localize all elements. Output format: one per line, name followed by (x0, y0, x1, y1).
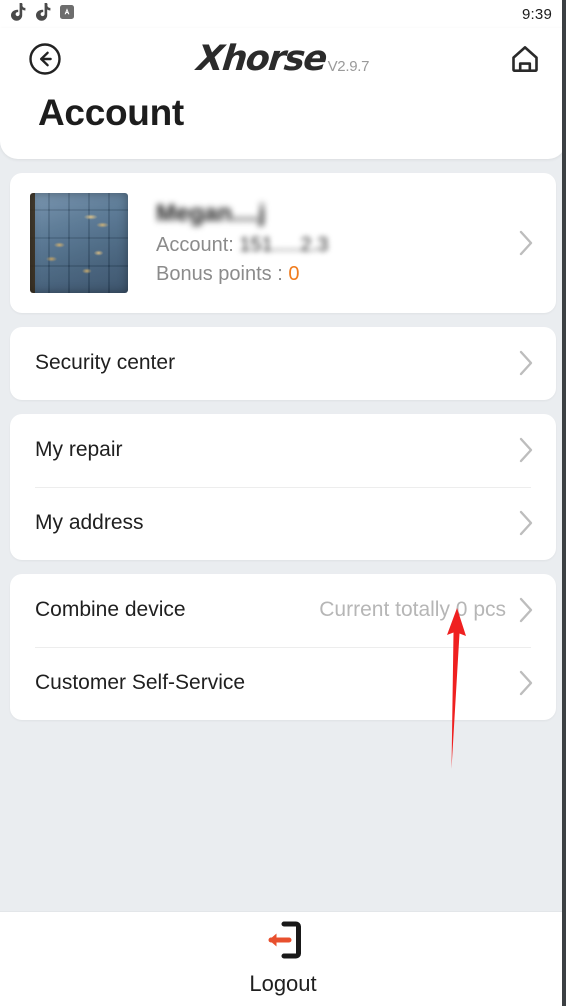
profile-card: Megan....j Account: 151.....2.3 Bonus po… (10, 172, 556, 313)
status-bar: 9:39 (0, 0, 566, 28)
user-avatar-photo (30, 192, 128, 293)
screen-edge-strip (562, 0, 566, 1006)
brand-logo: Xhorse V2.9.7 (0, 38, 566, 79)
back-arrow-circle-icon[interactable] (28, 42, 62, 76)
menu-row-customer-self-service[interactable]: Customer Self-Service (10, 646, 556, 720)
menu-row-security-center[interactable]: Security center (10, 327, 556, 400)
profile-text-block: Megan....j Account: 151.....2.3 Bonus po… (128, 200, 328, 286)
home-icon[interactable] (508, 42, 542, 76)
music-note-icon (35, 2, 51, 26)
menu-row-my-repair[interactable]: My repair (10, 414, 556, 487)
brand-name: Xhorse (194, 38, 328, 79)
chevron-right-icon[interactable] (518, 436, 534, 464)
combine-device-count: Current totally 0 pcs (319, 598, 506, 622)
menu-row-my-address[interactable]: My address (10, 486, 556, 560)
menu-row-label: My repair (35, 438, 123, 462)
chevron-right-icon[interactable] (518, 669, 534, 697)
logout-icon (261, 921, 305, 964)
profile-account: Account: 151.....2.3 (156, 234, 328, 257)
menu-group-personal: My repair My address (10, 413, 556, 560)
navigation-bar: Xhorse V2.9.7 (0, 28, 566, 90)
chevron-right-icon[interactable] (518, 229, 534, 257)
music-note-icon (10, 2, 26, 26)
chevron-right-icon[interactable] (518, 509, 534, 537)
profile-account-label: Account: (156, 233, 234, 256)
profile-account-value: 151.....2.3 (239, 233, 329, 256)
menu-row-label: Combine device (35, 598, 186, 622)
menu-row-label: My address (35, 511, 144, 535)
menu-row-combine-device[interactable]: Combine device Current totally 0 pcs (10, 574, 556, 647)
app-version: V2.9.7 (327, 57, 370, 75)
menu-row-label: Security center (35, 351, 176, 375)
chevron-right-icon[interactable] (518, 349, 534, 377)
status-bar-icons (10, 2, 74, 26)
profile-bonus: Bonus points : 0 (156, 263, 328, 286)
app-badge-icon (60, 4, 74, 24)
menu-row-label: Customer Self-Service (35, 671, 246, 695)
profile-bonus-value: 0 (288, 262, 300, 285)
header-card: Xhorse V2.9.7 Account (0, 28, 566, 159)
page-title: Account (38, 92, 184, 133)
profile-row[interactable]: Megan....j Account: 151.....2.3 Bonus po… (10, 173, 556, 313)
menu-group-security: Security center (10, 326, 556, 400)
logout-button[interactable]: Logout (249, 921, 317, 997)
chevron-right-icon[interactable] (518, 596, 534, 624)
profile-bonus-label: Bonus points : (156, 262, 283, 285)
bottom-bar: Logout (0, 911, 566, 1006)
status-bar-time: 9:39 (522, 5, 552, 23)
menu-group-device: Combine device Current totally 0 pcs Cus… (10, 573, 556, 720)
account-content: Megan....j Account: 151.....2.3 Bonus po… (0, 159, 566, 720)
logout-label: Logout (249, 971, 317, 996)
profile-name: Megan....j (156, 199, 266, 227)
